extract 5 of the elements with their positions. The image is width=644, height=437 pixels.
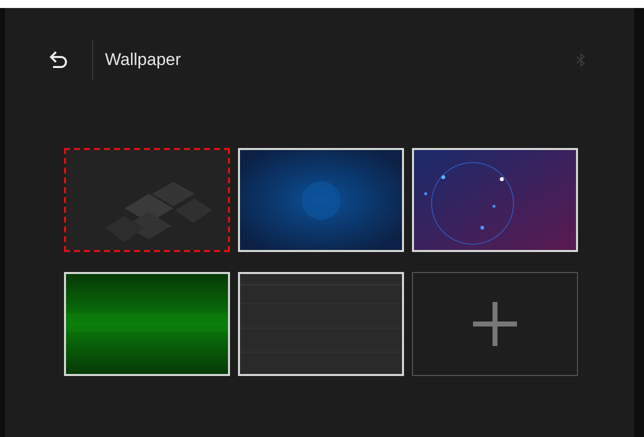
add-wallpaper-button[interactable] — [412, 272, 578, 376]
page-title: Wallpaper — [105, 50, 181, 70]
plus-icon — [473, 302, 517, 346]
bluetooth-icon — [576, 53, 586, 67]
back-icon[interactable] — [49, 50, 67, 70]
